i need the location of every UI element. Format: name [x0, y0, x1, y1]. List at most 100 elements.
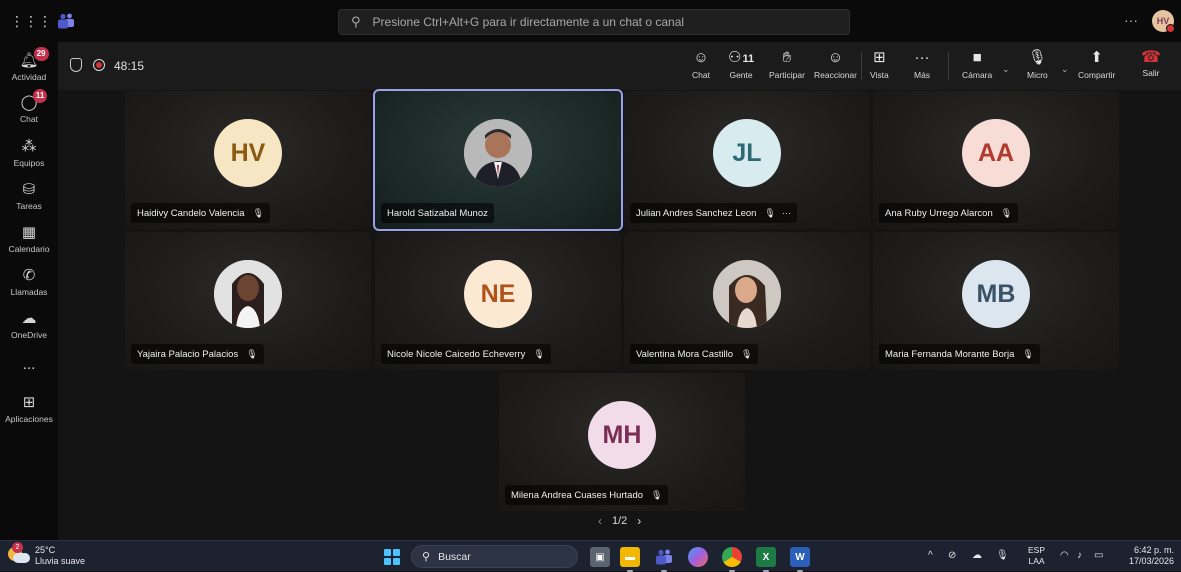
tray-app-icon[interactable]: ⊘ [948, 550, 956, 561]
smiley-icon: ☺ [827, 49, 844, 66]
task-view-icon[interactable]: ▣ [590, 547, 610, 567]
weather-temp: 25°C [35, 545, 56, 555]
rail-item-tareas[interactable]: ⛁ Tareas [0, 175, 58, 217]
rail-item-label: Equipos [13, 157, 45, 168]
search-placeholder: Presione Ctrl+Alt+G para ir directamente… [372, 15, 685, 29]
participant-name-tag: Harold Satizabal Munoz [381, 203, 494, 223]
rail-item-calendario[interactable]: ▦ Calendario [0, 218, 58, 260]
rail-item-label: Chat [20, 113, 38, 124]
participant-avatar: NE [464, 260, 532, 328]
previous-page-icon[interactable]: ‹ [598, 514, 602, 528]
participant-name: Ana Ruby Urrego Alarcon [885, 207, 993, 219]
mic-off-icon: 🎙︎ [1027, 49, 1047, 66]
user-avatar[interactable]: HV [1152, 10, 1175, 33]
taskbar-search[interactable]: ⚲ Buscar [411, 545, 578, 568]
teams-logo-icon [56, 11, 76, 31]
battery-icon[interactable]: ▭ [1094, 550, 1103, 561]
search-input[interactable]: ⚲ Presione Ctrl+Alt+G para ir directamen… [338, 9, 850, 35]
excel-icon[interactable]: X [756, 547, 776, 572]
meeting-toolbar: 48:15 ☺ Chat ⚇11 Gente ✋︎ Participar ☺ R… [58, 42, 1181, 90]
participant-tile[interactable]: Valentina Mora Castillo 🎙︎ [624, 232, 870, 370]
mic-off-icon: 🎙︎ [740, 348, 753, 359]
tray-cloud-icon[interactable]: ☁ [972, 550, 982, 561]
rail-item-onedrive[interactable]: ☁ OneDrive [0, 304, 58, 346]
participant-avatar: MB [962, 260, 1030, 328]
chat-label: Chat [692, 70, 710, 80]
calendar-icon: ▦ [21, 223, 37, 241]
rail-item-aplicaciones[interactable]: ⊞ Aplicaciones [0, 388, 58, 430]
wifi-icon[interactable]: ◠ [1060, 550, 1069, 561]
raise-hand-icon: ✋︎ [782, 49, 792, 66]
tray-chevron-icon[interactable]: ^ [928, 550, 933, 561]
weather-badge: 2 [12, 542, 23, 553]
participant-tile[interactable]: JL Julian Andres Sanchez Leon 🎙︎ ··· [624, 91, 870, 229]
app-rail: 🔔︎ 29 Actividad ◯ 11 Chat ⁂ Equipos ⛁ Tare… [0, 42, 58, 540]
shield-icon[interactable] [70, 58, 82, 72]
mic-button[interactable]: 🎙︎ Micro [1027, 48, 1048, 86]
leave-button[interactable]: ☎ Salir [1130, 48, 1172, 86]
volume-icon[interactable]: ♪ [1077, 550, 1082, 561]
view-grid-icon: ⊞ [873, 49, 886, 66]
mic-options-chevron-icon[interactable]: ⌄ [1061, 64, 1069, 75]
camera-button[interactable]: ■ Cámara [962, 48, 992, 86]
mic-off-icon: 🎙︎ [764, 207, 776, 218]
chat-button[interactable]: ☺ Chat [692, 48, 710, 86]
raise-hand-button[interactable]: ✋︎ Participar [769, 48, 805, 86]
participant-name-tag: Yajaira Palacio Palacios 🎙︎ [131, 344, 264, 364]
rail-item-equipos[interactable]: ⁂ Equipos [0, 132, 58, 174]
next-page-icon[interactable]: › [637, 514, 641, 528]
rail-item-chat[interactable]: ◯ 11 Chat [0, 88, 58, 130]
people-label: Gente [729, 70, 753, 80]
chrome-icon[interactable] [722, 547, 742, 572]
rail-item-more[interactable]: ... [0, 344, 58, 386]
settings-more-icon[interactable]: ··· [1124, 12, 1138, 28]
system-clock[interactable]: 6:42 p. m. 17/03/2026 [1120, 545, 1174, 567]
participant-tile[interactable]: Yajaira Palacio Palacios 🎙︎ [125, 232, 371, 370]
react-button[interactable]: ☺ Reaccionar [814, 48, 857, 86]
title-bar: ⋮⋮⋮ ⚲ Presione Ctrl+Alt+G para ir direct… [0, 0, 1181, 42]
weather-desc: Lluvia suave [35, 556, 86, 566]
rail-item-actividad[interactable]: 🔔︎ 29 Actividad [0, 46, 58, 88]
participant-tile[interactable]: HV Haidivy Candelo Valencia 🎙︎ [125, 91, 371, 229]
recording-icon [93, 59, 105, 71]
chat-icon: ◯ 11 [21, 88, 48, 111]
camera-options-chevron-icon[interactable]: ⌄ [1002, 64, 1010, 75]
people-button[interactable]: ⚇11 Gente [728, 48, 754, 86]
weather-widget[interactable]: 2 25°C Lluvia suave [8, 542, 86, 567]
share-button[interactable]: ⬆ Compartir [1078, 48, 1115, 86]
participant-name: Nicole Nicole Caicedo Echeverry [387, 348, 526, 360]
rail-item-llamadas[interactable]: ✆ Llamadas [0, 261, 58, 303]
rail-item-label: Llamadas [10, 286, 48, 297]
participant-avatar: AA [962, 119, 1030, 187]
teams-taskbar-icon[interactable] [654, 547, 674, 572]
search-icon: ⚲ [422, 551, 431, 563]
participant-tile[interactable]: MB Maria Fernanda Morante Borja 🎙︎ [873, 232, 1119, 370]
mic-off-icon: 🎙︎ [246, 348, 258, 359]
participant-tile[interactable]: AA Ana Ruby Urrego Alarcon 🎙︎ [873, 91, 1119, 229]
participant-photo [464, 119, 532, 187]
participant-name: Maria Fernanda Morante Borja [885, 348, 1015, 360]
tray-mic-icon[interactable]: 🎙︎ [996, 550, 1009, 561]
rail-item-label: Calendario [8, 243, 50, 254]
participant-more-icon[interactable]: ··· [782, 208, 791, 218]
file-explorer-icon[interactable]: ▬ [620, 547, 640, 572]
app-launcher-icon[interactable]: ⋮⋮⋮ [10, 11, 52, 31]
rail-item-label: OneDrive [11, 329, 47, 340]
more-label: Más [914, 70, 931, 80]
participant-tile[interactable]: NE Nicole Nicole Caicedo Echeverry 🎙︎ [375, 232, 621, 370]
mic-off-icon: 🎙︎ [533, 348, 545, 359]
language-indicator[interactable]: ESP LAA [1028, 545, 1045, 567]
participant-tile[interactable]: MH Milena Andrea Cuases Hurtado 🎙︎ [499, 373, 745, 511]
view-button[interactable]: ⊞ Vista [870, 48, 889, 86]
start-button[interactable] [384, 549, 400, 565]
gallery-pager: ‹ 1/2 › [598, 514, 641, 528]
participant-tile-active[interactable]: Harold Satizabal Munoz [373, 89, 623, 231]
copilot-icon[interactable] [688, 547, 708, 567]
more-actions-button[interactable]: ··· Más [914, 48, 930, 86]
chat-badge: 11 [32, 88, 48, 103]
clock-date: 17/03/2026 [1128, 556, 1174, 566]
rail-item-label: Aplicaciones [5, 413, 53, 424]
word-icon[interactable]: W [790, 547, 810, 572]
participant-name-tag: Maria Fernanda Morante Borja 🎙︎ [879, 344, 1040, 364]
toolbar-divider [861, 52, 862, 80]
